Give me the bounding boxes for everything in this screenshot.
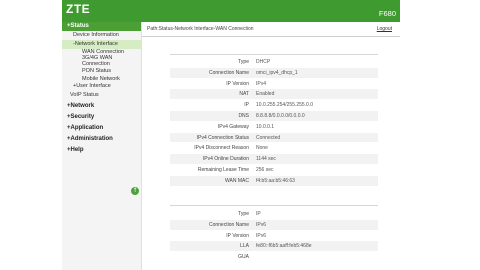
sidebar-item-voip-status[interactable]: VoIP Status [62, 91, 141, 100]
main-content: Path:Status-Network Interface-WAN Connec… [142, 22, 400, 270]
field-label: WAN MAC [225, 177, 249, 184]
field-label: Remaining Lease Time [197, 166, 249, 173]
field-value: Enabled [256, 91, 275, 98]
field-value: 1144 sec [256, 156, 276, 163]
sidebar-item-device-information[interactable]: Device Information [62, 31, 141, 40]
ipv4-connection-table: Type DHCP Connection Name omci_ipv4_dhcp_1 I… [170, 57, 378, 187]
table-row: IP Version IPv6 [170, 231, 378, 242]
field-value: 10.0.255.254/255.255.0.0 [256, 102, 313, 109]
sidebar-item-network-interface[interactable]: -Network Interface [62, 40, 141, 49]
field-value: 8.8.8.8/0.0.0.0/0.0.0.0 [256, 112, 305, 119]
header-bar: ZTE F680 [62, 0, 400, 22]
field-value: omci_ipv4_dhcp_1 [256, 69, 298, 76]
section-divider [170, 54, 378, 55]
content-topbar: Path:Status-Network Interface-WAN Connec… [142, 22, 400, 37]
table-row: Type DHCP [170, 57, 378, 68]
table-row: GUA [170, 252, 378, 263]
sidebar-item-3g4g-wan-connection[interactable]: Connection [62, 61, 141, 67]
table-row: IPv4 Gateway 10.0.0.1 [170, 122, 378, 133]
table-row: Connection Name IPv6 [170, 219, 378, 231]
field-value: 10.0.0.1 [256, 123, 275, 130]
sidebar-item-network[interactable]: +Network [62, 102, 141, 111]
field-label: IP Version [226, 232, 249, 239]
field-label: IP Version [226, 80, 249, 87]
field-label: Connection Name [208, 69, 249, 76]
field-label: Type [238, 211, 249, 217]
browser-frame: ZTE F680 +Status Device Information -Net… [0, 0, 480, 270]
field-label: Connection Name [208, 221, 249, 228]
field-label: IPv4 Disconnect Reason [194, 145, 249, 152]
field-value: Connected [256, 134, 281, 141]
section-divider [170, 205, 378, 206]
field-label: DNS [238, 112, 249, 119]
field-value: None [256, 145, 268, 152]
field-value: DHCP [256, 59, 271, 65]
table-row: NAT Enabled [170, 89, 378, 101]
field-label: IP [244, 102, 249, 109]
table-row: IP 10.0.255.254/255.255.0.0 [170, 100, 378, 111]
sidebar-item-help[interactable]: +Help [62, 146, 141, 155]
table-row: IP Version IPv4 [170, 79, 378, 90]
field-label: Type [238, 59, 249, 65]
field-value: IPv6 [256, 221, 267, 228]
field-label: IPv4 Online Duration [202, 156, 249, 163]
table-row: IPv4 Connection Status Connected [170, 132, 378, 144]
table-row: DNS 8.8.8.8/0.0.0.0/0.0.0.0 [170, 110, 378, 122]
model-name: F680 [378, 9, 396, 18]
arrow-up-circle-icon[interactable]: ↑ [131, 187, 139, 195]
table-row: IPv4 Online Duration 1144 sec [170, 154, 378, 165]
sidebar-item-status[interactable]: +Status [62, 22, 141, 31]
field-value: IPv4 [256, 80, 267, 87]
table-row: Connection Name omci_ipv4_dhcp_1 [170, 67, 378, 79]
field-label: NAT [239, 91, 249, 98]
table-row: LLA fe80::f6b5:aaff:feb5:468e [170, 241, 378, 253]
field-value: 256 sec [256, 166, 274, 173]
sidebar-item-user-interface[interactable]: +User Interface [62, 82, 141, 91]
sidebar-item-administration[interactable]: +Administration [62, 135, 141, 144]
table-row: WAN MAC f4:b5:aa:b5:46:63 [170, 175, 378, 187]
logout-link[interactable]: Logout [377, 26, 392, 32]
table-row: IPv4 Disconnect Reason None [170, 143, 378, 155]
breadcrumb: Path:Status-Network Interface-WAN Connec… [147, 26, 254, 32]
sidebar-item-application[interactable]: +Application [62, 124, 141, 133]
brand-logo: ZTE [66, 2, 91, 16]
ipv6-connection-table: Type IP Connection Name IPv6 IP Version IPv6 L… [170, 209, 378, 263]
sidebar-item-pon-status[interactable]: PON Status [62, 68, 141, 74]
field-value: f4:b5:aa:b5:46:63 [256, 177, 295, 184]
table-row: Type IP [170, 209, 378, 220]
field-value: IP [256, 211, 261, 217]
table-row: Remaining Lease Time 256 sec [170, 165, 378, 176]
sidebar-item-security[interactable]: +Security [62, 113, 141, 122]
field-label: GUA [238, 254, 249, 261]
field-label: IPv4 Gateway [217, 123, 249, 130]
field-label: LLA [240, 243, 249, 250]
field-value: fe80::f6b5:aaff:feb5:468e [256, 243, 312, 250]
sidebar: +Status Device Information -Network Inte… [62, 22, 142, 270]
field-label: IPv4 Connection Status [196, 134, 249, 141]
field-value: IPv6 [256, 232, 267, 239]
